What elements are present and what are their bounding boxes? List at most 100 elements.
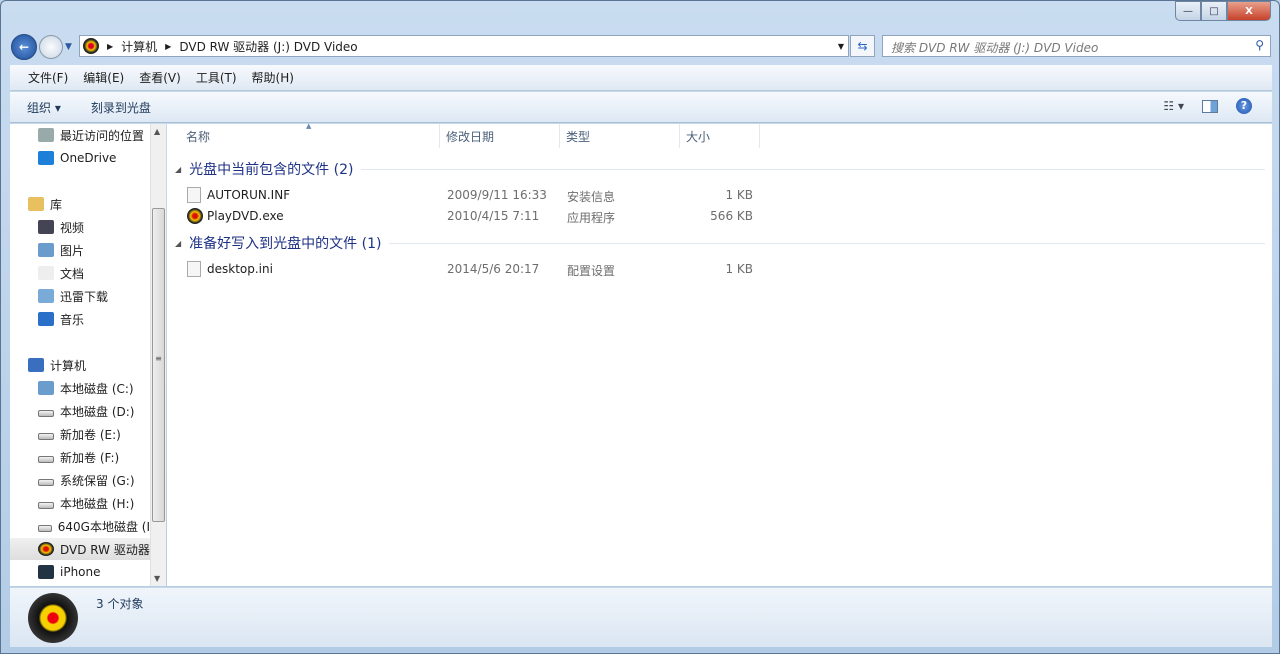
column-size[interactable]: 大小	[680, 124, 760, 148]
menu-edit[interactable]: 编辑(E)	[83, 69, 124, 86]
breadcrumb-computer[interactable]: 计算机	[121, 38, 157, 55]
group-title: 光盘中当前包含的文件 (2)	[189, 162, 354, 178]
drive-icon	[38, 524, 52, 532]
sidebar-item[interactable]: 迅雷下载	[10, 285, 150, 307]
search-input[interactable]: 搜索 DVD RW 驱动器 (J:) DVD Video ⚲	[882, 35, 1271, 57]
file-date: 2010/4/15 7:11	[447, 209, 540, 223]
breadcrumb-chevron-icon[interactable]: ▶	[107, 42, 113, 51]
download-icon	[38, 289, 54, 303]
sidebar-item-label: 本地磁盘 (C:)	[60, 381, 134, 396]
sidebar-item[interactable]: 本地磁盘 (H:)	[10, 492, 150, 514]
column-type[interactable]: 类型	[560, 124, 680, 148]
sidebar-item[interactable]: 图片	[10, 239, 150, 261]
breadcrumb-chevron-icon[interactable]: ▶	[165, 42, 171, 51]
sidebar-item[interactable]: 系统保留 (G:)	[10, 469, 150, 491]
navigation-scrollbar[interactable]: ▲ ≡ ▼	[150, 124, 166, 586]
minimize-button[interactable]: —	[1175, 1, 1201, 21]
column-date-modified[interactable]: 修改日期	[440, 124, 560, 148]
system-drive-icon	[38, 381, 54, 395]
file-row[interactable]: PlayDVD.exe 2010/4/15 7:11 应用程序 566 KB	[167, 206, 927, 226]
file-type: 应用程序	[567, 211, 616, 225]
group-header[interactable]: ◢ 光盘中当前包含的文件 (2)	[175, 159, 1265, 179]
dvd-drive-large-icon	[28, 593, 78, 643]
sidebar-item[interactable]: 计算机	[10, 354, 150, 376]
address-dropdown[interactable]: ▼	[838, 42, 844, 51]
sidebar-item-label: OneDrive	[60, 151, 117, 165]
file-name: AUTORUN.INF	[207, 188, 291, 202]
drive-icon	[38, 478, 54, 486]
sidebar-item-label: 文档	[60, 266, 85, 281]
search-icon[interactable]: ⚲	[1255, 38, 1264, 52]
drive-icon	[38, 409, 54, 417]
recent-pages-dropdown[interactable]: ▼	[65, 42, 72, 52]
menu-view[interactable]: 查看(V)	[139, 69, 181, 86]
dvd-drive-icon	[83, 38, 99, 54]
collapse-icon[interactable]: ◢	[175, 239, 181, 248]
help-icon[interactable]: ?	[1236, 98, 1252, 114]
file-row[interactable]: desktop.ini 2014/5/6 20:17 配置设置 1 KB	[167, 259, 927, 279]
forward-button[interactable]	[39, 35, 63, 59]
iphone-icon	[38, 565, 54, 579]
scrollbar-thumb[interactable]: ≡	[152, 208, 165, 522]
sidebar-item[interactable]: 最近访问的位置	[10, 124, 150, 146]
burn-to-disc-button[interactable]: 刻录到光盘	[91, 99, 151, 116]
change-view-button[interactable]: ☷ ▾	[1163, 99, 1184, 113]
file-size: 566 KB	[710, 209, 753, 223]
close-button[interactable]: X	[1227, 1, 1271, 21]
back-button[interactable]: ←	[11, 34, 37, 60]
sidebar-item[interactable]: 本地磁盘 (D:)	[10, 400, 150, 422]
file-list: 名称 ▲ 修改日期 类型 大小 ◢ 光盘中当前包含的文件 (2) AUTORUN.I…	[167, 122, 1272, 586]
file-type: 安装信息	[567, 190, 616, 204]
pictures-icon	[38, 243, 54, 257]
organize-button[interactable]: 组织 ▾	[27, 99, 61, 116]
group-header[interactable]: ◢ 准备好写入到光盘中的文件 (1)	[175, 233, 1265, 253]
sidebar-item[interactable]: 库	[10, 193, 150, 215]
menu-tools[interactable]: 工具(T)	[196, 69, 237, 86]
sidebar-item[interactable]: OneDrive	[10, 147, 150, 169]
sidebar-item[interactable]: 本地磁盘 (C:)	[10, 377, 150, 399]
settings-file-icon	[187, 261, 201, 277]
sidebar-item-label: 音乐	[60, 312, 85, 327]
music-icon	[38, 312, 54, 326]
refresh-button[interactable]: ⇆	[850, 35, 875, 57]
sidebar-item-label: 计算机	[50, 358, 87, 373]
sidebar-item[interactable]: 音乐	[10, 308, 150, 330]
group-title: 准备好写入到光盘中的文件 (1)	[189, 236, 382, 252]
sidebar-item-label: 系统保留 (G:)	[60, 473, 135, 488]
sidebar-item[interactable]: 文档	[10, 262, 150, 284]
drive-icon	[38, 455, 54, 463]
sidebar-item[interactable]: 视频	[10, 216, 150, 238]
maximize-button[interactable]: □	[1201, 1, 1227, 21]
sidebar-item-label: 迅雷下载	[60, 289, 109, 304]
command-bar: 组织 ▾ 刻录到光盘 ☷ ▾ ?	[10, 92, 1272, 123]
sidebar-item[interactable]: 640G本地磁盘 (I	[10, 515, 150, 537]
sidebar-item[interactable]: 新加卷 (F:)	[10, 446, 150, 468]
file-size: 1 KB	[725, 262, 753, 276]
menu-help[interactable]: 帮助(H)	[252, 69, 294, 86]
video-icon	[38, 220, 54, 234]
scroll-down-icon[interactable]: ▼	[154, 574, 160, 583]
sidebar-item-label: 最近访问的位置	[60, 128, 145, 143]
drive-icon	[38, 432, 54, 440]
dvd-drive-icon	[38, 542, 54, 556]
group-divider	[361, 168, 1265, 170]
sidebar-item-label: 新加卷 (F:)	[60, 450, 120, 465]
search-placeholder: 搜索 DVD RW 驱动器 (J:) DVD Video	[891, 41, 1099, 55]
preview-pane-icon[interactable]	[1202, 99, 1218, 113]
explorer-window: — □ X ← ▼ ▶ 计算机 ▶ DVD RW 驱动器 (J:) DVD Vi…	[0, 0, 1280, 654]
file-row[interactable]: AUTORUN.INF 2009/9/11 16:33 安装信息 1 KB	[167, 185, 927, 205]
sidebar-item-label: 640G本地磁盘 (I	[57, 519, 150, 534]
scroll-up-icon[interactable]: ▲	[154, 127, 160, 136]
navigation-pane: 最近访问的位置 OneDrive 库视频图片文档迅雷下载音乐计算机本地磁盘 (C:)…	[10, 124, 150, 586]
sidebar-item-label: 图片	[60, 243, 85, 258]
sidebar-item[interactable]: 新加卷 (E:)	[10, 423, 150, 445]
collapse-icon[interactable]: ◢	[175, 165, 181, 174]
address-bar[interactable]: ▶ 计算机 ▶ DVD RW 驱动器 (J:) DVD Video ▼	[79, 35, 849, 57]
breadcrumb-dvd-drive[interactable]: DVD RW 驱动器 (J:) DVD Video	[179, 38, 357, 55]
documents-icon	[38, 266, 54, 280]
sidebar-item[interactable]: iPhone	[10, 561, 150, 583]
sidebar-item[interactable]: DVD RW 驱动器	[10, 538, 150, 560]
settings-file-icon	[187, 187, 201, 203]
sort-ascending-icon: ▲	[306, 122, 312, 130]
menu-file[interactable]: 文件(F)	[28, 69, 68, 86]
